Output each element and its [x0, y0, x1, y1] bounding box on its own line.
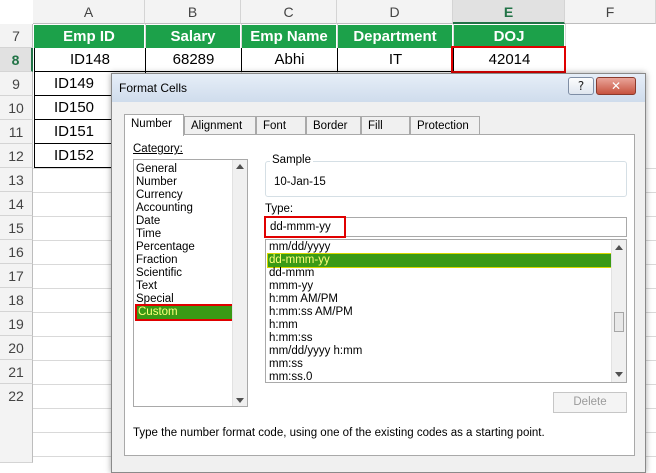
cell-emp-name[interactable]: Abhi	[242, 48, 338, 72]
row-header-22[interactable]: 22	[0, 384, 33, 463]
dialog-titlebar[interactable]: Format Cells ? ✕	[112, 74, 645, 102]
dialog-title: Format Cells	[119, 81, 188, 95]
format-item[interactable]: mm/dd/yyyy h:mm	[268, 345, 613, 358]
row-header-21[interactable]: 21	[0, 360, 33, 384]
category-item-custom[interactable]: Custom	[135, 304, 234, 321]
format-item[interactable]: h:mm:ss	[268, 332, 613, 345]
header-cell-doj[interactable]: DOJ	[454, 25, 565, 48]
row-header-16[interactable]: 16	[0, 240, 33, 264]
format-item[interactable]: mm/dd/yyyy	[268, 241, 613, 254]
category-item-time[interactable]: Time	[136, 228, 161, 241]
column-header-a[interactable]: A	[33, 0, 145, 24]
column-header-e[interactable]: E	[453, 0, 565, 24]
scroll-down-arrow-icon[interactable]	[615, 372, 623, 377]
tab-number[interactable]: Number	[124, 114, 184, 136]
category-item-number[interactable]: Number	[136, 176, 177, 189]
category-label: Category:	[133, 143, 183, 155]
format-item[interactable]: dd-mmm	[268, 267, 613, 280]
cell-department[interactable]: IT	[338, 48, 454, 72]
format-item[interactable]: h:mm:ss AM/PM	[268, 306, 613, 319]
format-item[interactable]: mmm-yy	[268, 280, 613, 293]
hint-text: Type the number format code, using one o…	[133, 427, 545, 439]
number-tab-panel: Category: General Number Currency Accoun…	[124, 134, 635, 456]
row-header-10[interactable]: 10	[0, 96, 33, 120]
header-cell-emp-id[interactable]: Emp ID	[34, 25, 145, 48]
sample-label: Sample	[270, 154, 313, 166]
scroll-up-arrow-icon[interactable]	[615, 245, 623, 250]
row-header-7[interactable]: 7	[0, 24, 33, 48]
tab-protection[interactable]: Protection	[410, 116, 480, 135]
sample-value: 10-Jan-15	[274, 176, 326, 188]
selected-cell-highlight	[451, 46, 566, 73]
type-input-highlight	[264, 216, 346, 238]
category-item-scientific[interactable]: Scientific	[136, 267, 182, 280]
category-item-text[interactable]: Text	[136, 280, 157, 293]
tab-fill[interactable]: Fill	[361, 116, 410, 135]
row-header-13[interactable]: 13	[0, 168, 33, 192]
category-item-general[interactable]: General	[136, 163, 177, 176]
header-cell-emp-name[interactable]: Emp Name	[242, 25, 337, 48]
category-list[interactable]: General Number Currency Accounting Date …	[133, 159, 248, 407]
sample-group: Sample 10-Jan-15	[265, 154, 627, 197]
row-header-18[interactable]: 18	[0, 288, 33, 312]
tab-border[interactable]: Border	[306, 116, 361, 135]
header-cell-salary[interactable]: Salary	[146, 25, 241, 48]
tab-alignment[interactable]: Alignment	[184, 116, 256, 135]
scroll-down-arrow-icon[interactable]	[236, 398, 244, 403]
cell-salary[interactable]: 68289	[146, 48, 242, 72]
row-header-12[interactable]: 12	[0, 144, 33, 168]
category-scrollbar[interactable]	[232, 160, 247, 406]
type-label: Type:	[265, 203, 294, 215]
row-header-14[interactable]: 14	[0, 192, 33, 216]
row-header-9[interactable]: 9	[0, 72, 33, 96]
scroll-thumb[interactable]	[614, 312, 624, 332]
row-header-15[interactable]: 15	[0, 216, 33, 240]
column-header-d[interactable]: D	[337, 0, 453, 24]
format-item[interactable]: h:mm AM/PM	[268, 293, 613, 306]
close-button[interactable]: ✕	[596, 77, 636, 95]
category-item-fraction[interactable]: Fraction	[136, 254, 178, 267]
category-item-percentage[interactable]: Percentage	[136, 241, 195, 254]
format-item[interactable]: mm:ss.0	[268, 371, 613, 382]
row-header-19[interactable]: 19	[0, 312, 33, 336]
format-list-scrollbar[interactable]	[611, 240, 626, 382]
row-header-11[interactable]: 11	[0, 120, 33, 144]
category-item-date[interactable]: Date	[136, 215, 160, 228]
delete-button[interactable]: Delete	[553, 392, 627, 413]
tab-font[interactable]: Font	[256, 116, 306, 135]
category-item-accounting[interactable]: Accounting	[136, 202, 193, 215]
header-cell-department[interactable]: Department	[338, 25, 453, 48]
column-header-c[interactable]: C	[241, 0, 337, 24]
row-header-17[interactable]: 17	[0, 264, 33, 288]
format-list[interactable]: mm/dd/yyyy dd-mmm-yy dd-mmm mmm-yy h:mm …	[265, 239, 627, 383]
format-cells-dialog[interactable]: Format Cells ? ✕ Number Alignment Font B…	[111, 73, 646, 473]
column-header-b[interactable]: B	[145, 0, 241, 24]
column-header-f[interactable]: F	[565, 0, 656, 24]
row-header-20[interactable]: 20	[0, 336, 33, 360]
row-header-8[interactable]: 8	[0, 48, 33, 72]
format-item[interactable]: mm:ss	[268, 358, 613, 371]
cell-emp-id[interactable]: ID148	[34, 48, 146, 72]
format-item-selected[interactable]: dd-mmm-yy	[267, 253, 614, 268]
scroll-up-arrow-icon[interactable]	[236, 164, 244, 169]
format-item[interactable]: h:mm	[268, 319, 613, 332]
category-item-currency[interactable]: Currency	[136, 189, 183, 202]
help-button[interactable]: ?	[568, 77, 594, 95]
